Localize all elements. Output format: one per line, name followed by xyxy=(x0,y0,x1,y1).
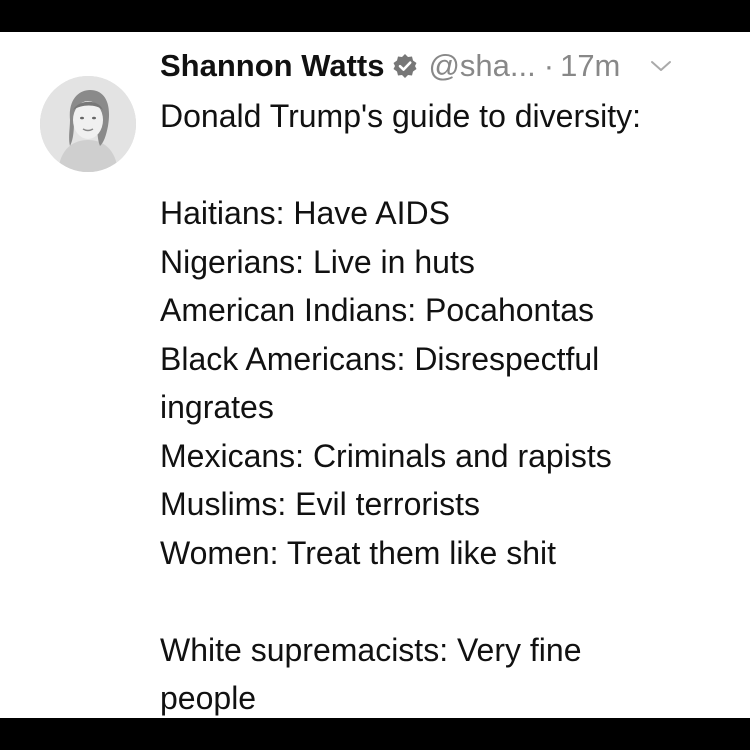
tweet-line: Haitians: Have AIDS xyxy=(160,195,450,231)
author-handle[interactable]: @sha... xyxy=(428,48,535,84)
tweet-card[interactable]: Shannon Watts @sha... · 17m Donald Trump… xyxy=(0,32,750,718)
tweet-line: Muslims: Evil terrorists xyxy=(160,486,481,522)
tweet-line: American Indians: Pocahontas xyxy=(160,292,595,328)
tweet-line: Nigerians: Live in huts xyxy=(160,243,475,280)
tweet-header: Shannon Watts @sha... · 17m xyxy=(160,40,672,92)
bottom-black-bar xyxy=(0,718,750,750)
tweet-line: ingrates xyxy=(160,389,274,425)
tweet-line: Black Americans: Disrespectful xyxy=(160,340,600,377)
author-name[interactable]: Shannon Watts xyxy=(160,48,384,84)
tweet-timestamp[interactable]: 17m xyxy=(560,48,620,84)
tweet-line: Women: Treat them like shit xyxy=(160,534,556,571)
top-black-bar xyxy=(0,0,750,32)
chevron-down-icon[interactable] xyxy=(650,59,672,73)
verified-badge-icon xyxy=(392,53,418,79)
avatar-image xyxy=(40,76,136,172)
header-separator: · xyxy=(543,48,555,83)
tweet-line: Donald Trump's guide to diversity: xyxy=(160,98,641,134)
tweet-line: people xyxy=(160,680,257,716)
tweet-text: Donald Trump's guide to diversity: Haiti… xyxy=(160,92,735,723)
avatar[interactable] xyxy=(40,76,136,172)
tweet-line: White supremacists: Very fine xyxy=(160,631,582,668)
tweet-line: Mexicans: Criminals and rapists xyxy=(160,437,612,474)
screenshot-frame: Shannon Watts @sha... · 17m Donald Trump… xyxy=(0,0,750,750)
